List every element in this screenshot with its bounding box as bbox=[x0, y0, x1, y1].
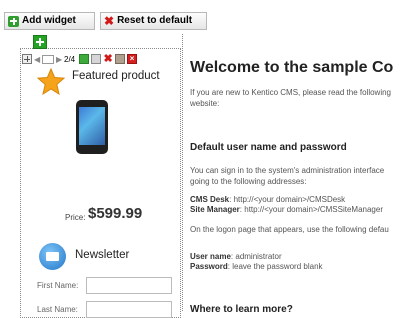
star-icon bbox=[37, 68, 65, 95]
signin-line-2: going to the following addresses: bbox=[190, 177, 307, 186]
remove-widget-icon[interactable]: ✖ bbox=[103, 54, 113, 65]
first-name-label: First Name: bbox=[37, 281, 79, 290]
move-handle-icon[interactable] bbox=[22, 54, 32, 64]
delete-icon: ✖ bbox=[104, 13, 115, 28]
content-zone-border bbox=[182, 34, 184, 311]
signin-line-1: You can sign in to the system's administ… bbox=[190, 166, 385, 175]
reset-to-default-button[interactable]: ✖ Reset to default bbox=[100, 12, 207, 30]
page-indicator: 2/4 bbox=[64, 54, 76, 64]
password-value: : leave the password blank bbox=[227, 262, 323, 271]
wrench-icon[interactable] bbox=[115, 54, 126, 64]
user-name-line: User name: administrator bbox=[190, 252, 282, 262]
page-title: Welcome to the sample Co bbox=[190, 59, 394, 76]
where-to-learn-heading: Where to learn more? bbox=[190, 304, 293, 315]
newsletter-title: Newsletter bbox=[75, 249, 130, 261]
first-name-field[interactable] bbox=[86, 277, 172, 294]
add-widget-icon[interactable] bbox=[79, 54, 90, 64]
close-icon[interactable]: × bbox=[127, 54, 138, 64]
intro-line-2: website: bbox=[190, 99, 220, 108]
previous-arrow-icon[interactable]: ◀ bbox=[34, 55, 40, 64]
site-manager-url: : http://<your domain>/CMSSiteManager bbox=[239, 205, 383, 214]
add-widget-button[interactable]: Add widget bbox=[4, 12, 95, 30]
cms-desk-line: CMS Desk: http://<your domain>/CMSDesk bbox=[190, 195, 345, 205]
cms-desk-url: : http://<your domain>/CMSDesk bbox=[229, 195, 346, 204]
cms-desk-label: CMS Desk bbox=[190, 195, 230, 204]
site-manager-label: Site Manager bbox=[190, 205, 240, 214]
top-toolbar: Add widget ✖ Reset to default bbox=[0, 0, 412, 34]
zone-add-widget-icon[interactable] bbox=[33, 35, 47, 49]
configure-icon[interactable] bbox=[91, 54, 102, 64]
featured-product-title: Featured product bbox=[72, 70, 160, 82]
password-label: Password bbox=[190, 262, 228, 271]
user-name-value: : administrator bbox=[230, 252, 282, 261]
reset-to-default-label: Reset to default bbox=[117, 15, 193, 26]
page-box-icon bbox=[42, 54, 54, 64]
newsletter-mail-icon bbox=[39, 243, 66, 270]
next-arrow-icon[interactable]: ▶ bbox=[56, 55, 62, 64]
price-label: Price: bbox=[65, 213, 86, 222]
product-image[interactable] bbox=[76, 100, 108, 154]
logon-line: On the logon page that appears, use the … bbox=[190, 225, 389, 234]
site-manager-line: Site Manager: http://<your domain>/CMSSi… bbox=[190, 205, 383, 215]
widget-toolbar: ◀ ▶ 2/4 ✖ × bbox=[22, 52, 176, 66]
password-line: Password: leave the password blank bbox=[190, 262, 323, 272]
add-icon bbox=[8, 15, 19, 27]
add-widget-label: Add widget bbox=[22, 15, 76, 26]
default-credentials-heading: Default user name and password bbox=[190, 142, 347, 153]
intro-line-1: If you are new to Kentico CMS, please re… bbox=[190, 88, 391, 97]
price-value: $599.99 bbox=[88, 205, 143, 222]
last-name-field[interactable] bbox=[86, 301, 172, 318]
last-name-label: Last Name: bbox=[37, 305, 78, 314]
user-name-label: User name bbox=[190, 252, 231, 261]
